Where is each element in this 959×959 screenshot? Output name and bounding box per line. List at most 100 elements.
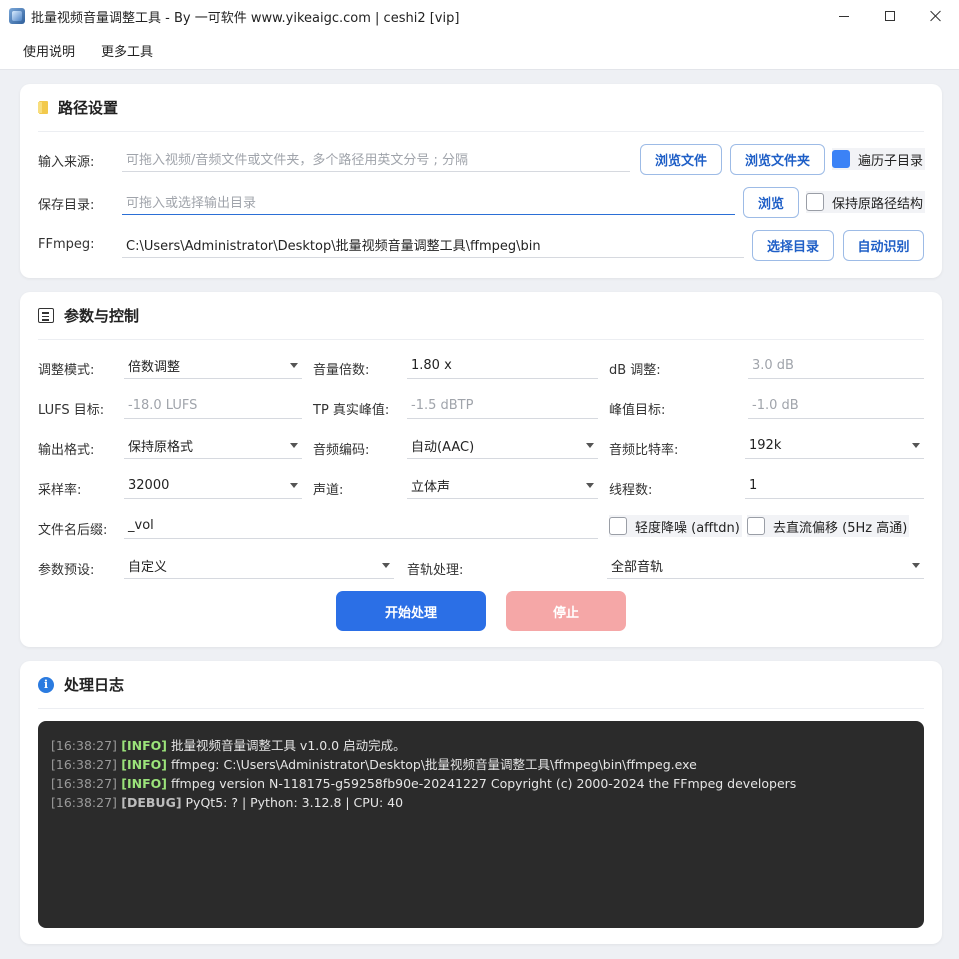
denoise-label: 轻度降噪 (afftdn): [635, 520, 740, 536]
params-header: 参数与控制: [38, 292, 924, 340]
start-button[interactable]: 开始处理: [336, 591, 486, 631]
denoise-check-icon: [609, 517, 627, 535]
suffix-input[interactable]: _vol: [124, 513, 598, 539]
preset-value: 自定义: [128, 560, 168, 575]
log-output[interactable]: [16:38:27] [INFO] 批量视频音量调整工具 v1.0.0 启动完成…: [38, 721, 924, 928]
log-header: i 处理日志: [38, 661, 924, 709]
maximize-button[interactable]: [867, 0, 913, 32]
minimize-icon: [839, 15, 849, 17]
menu-more-tools[interactable]: 更多工具: [88, 41, 166, 60]
title-bar: 批量视频音量调整工具 - By 一可软件 www.yikeaigc.com | …: [0, 0, 959, 32]
input-source-field[interactable]: 可拖入视频/音频文件或文件夹，多个路径用英文分号 ; 分隔: [122, 146, 630, 172]
path-settings-title: 路径设置: [58, 99, 119, 117]
menu-bar: 使用说明 更多工具: [0, 32, 959, 70]
peak-input[interactable]: -1.0 dB: [748, 393, 924, 419]
path-settings-header: 路径设置: [38, 84, 924, 132]
recurse-subdir-check-icon: [832, 150, 850, 168]
mode-label: 调整模式:: [38, 363, 95, 378]
log-line: [16:38:27] [INFO] ffmpeg version N-11817…: [51, 774, 911, 793]
list-icon: [38, 308, 54, 323]
browse-button[interactable]: 浏览: [743, 187, 799, 218]
folder-icon: [38, 101, 48, 114]
chevron-down-icon: [382, 563, 390, 568]
keep-structure-check-icon: [806, 193, 824, 211]
log-timestamp: [16:38:27]: [51, 757, 117, 772]
channel-label: 声道:: [313, 483, 344, 498]
log-level: [DEBUG]: [116, 795, 182, 810]
db-input[interactable]: 3.0 dB: [748, 353, 924, 379]
log-line: [16:38:27] [DEBUG] PyQt5: ? | Python: 3.…: [51, 793, 911, 812]
codec-select[interactable]: 自动(AAC): [407, 433, 598, 459]
window-title: 批量视频音量调整工具 - By 一可软件 www.yikeaigc.com | …: [31, 10, 460, 26]
log-timestamp: [16:38:27]: [51, 738, 117, 753]
codec-label: 音频编码:: [313, 443, 370, 458]
log-timestamp: [16:38:27]: [51, 795, 117, 810]
chevron-down-icon: [290, 443, 298, 448]
params-card: 参数与控制 调整模式: 倍数调整 音量倍数: 1.80 x dB 调整: 3.0…: [20, 292, 942, 647]
save-dir-label: 保存目录:: [38, 198, 95, 213]
log-title: 处理日志: [64, 676, 125, 694]
denoise-checkbox[interactable]: 轻度降噪 (afftdn): [609, 515, 742, 537]
path-settings-card: 路径设置 输入来源: 可拖入视频/音频文件或文件夹，多个路径用英文分号 ; 分隔…: [20, 84, 942, 278]
browse-file-button[interactable]: 浏览文件: [640, 144, 722, 175]
format-label: 输出格式:: [38, 443, 95, 458]
samplerate-select[interactable]: 32000: [124, 473, 302, 499]
format-select[interactable]: 保持原格式: [124, 433, 302, 459]
peak-label: 峰值目标:: [609, 403, 666, 418]
db-label: dB 调整:: [609, 363, 661, 378]
gain-input[interactable]: 1.80 x: [407, 353, 598, 379]
dc-offset-checkbox[interactable]: 去直流偏移 (5Hz 高通): [747, 515, 910, 537]
tp-label: TP 真实峰值:: [313, 403, 390, 418]
lufs-input[interactable]: -18.0 LUFS: [124, 393, 302, 419]
select-dir-button[interactable]: 选择目录: [752, 230, 834, 261]
bitrate-select[interactable]: 192k: [745, 433, 924, 459]
gain-label: 音量倍数:: [313, 363, 370, 378]
mode-value: 倍数调整: [128, 360, 181, 375]
ffmpeg-path-field[interactable]: C:\Users\Administrator\Desktop\批量视频音量调整工…: [122, 232, 744, 258]
app-icon: [9, 8, 25, 24]
threads-input[interactable]: 1: [745, 473, 924, 499]
params-title: 参数与控制: [64, 307, 140, 325]
keep-structure-checkbox[interactable]: 保持原路径结构: [806, 191, 926, 213]
samplerate-label: 采样率:: [38, 483, 82, 498]
log-timestamp: [16:38:27]: [51, 776, 117, 791]
mode-select[interactable]: 倍数调整: [124, 353, 302, 379]
minimize-button[interactable]: [821, 0, 867, 32]
keep-structure-label: 保持原路径结构: [832, 196, 924, 212]
log-level: [INFO]: [116, 738, 167, 753]
chevron-down-icon: [912, 443, 920, 448]
browse-folder-button[interactable]: 浏览文件夹: [730, 144, 825, 175]
codec-value: 自动(AAC): [411, 440, 475, 455]
recurse-subdir-label: 遍历子目录: [858, 153, 924, 169]
channel-select[interactable]: 立体声: [407, 473, 598, 499]
log-line: [16:38:27] [INFO] 批量视频音量调整工具 v1.0.0 启动完成…: [51, 736, 911, 755]
save-dir-field[interactable]: 可拖入或选择输出目录: [122, 189, 735, 215]
maximize-icon: [885, 11, 895, 21]
chevron-down-icon: [586, 443, 594, 448]
threads-label: 线程数:: [609, 483, 653, 498]
window-controls: [821, 0, 959, 32]
info-icon: i: [38, 676, 54, 693]
lufs-label: LUFS 目标:: [38, 403, 105, 418]
track-label: 音轨处理:: [407, 563, 464, 578]
log-message: ffmpeg: C:\Users\Administrator\Desktop\批…: [166, 757, 697, 772]
menu-usage-guide[interactable]: 使用说明: [10, 41, 88, 60]
input-source-label: 输入来源:: [38, 155, 95, 170]
chevron-down-icon: [290, 483, 298, 488]
close-icon: [930, 10, 942, 22]
dc-offset-check-icon: [747, 517, 765, 535]
log-level: [INFO]: [116, 776, 167, 791]
log-message: ffmpeg version N-118175-g59258fb90e-2024…: [166, 776, 797, 791]
log-card: i 处理日志 [16:38:27] [INFO] 批量视频音量调整工具 v1.0…: [20, 661, 942, 944]
input-source-placeholder: 可拖入视频/音频文件或文件夹，多个路径用英文分号 ; 分隔: [126, 153, 469, 168]
close-button[interactable]: [913, 0, 959, 32]
preset-select[interactable]: 自定义: [124, 553, 394, 579]
recurse-subdir-checkbox[interactable]: 遍历子目录: [832, 148, 926, 170]
suffix-label: 文件名后缀:: [38, 523, 108, 538]
auto-detect-button[interactable]: 自动识别: [843, 230, 924, 261]
dc-offset-label: 去直流偏移 (5Hz 高通): [773, 520, 908, 536]
tp-input[interactable]: -1.5 dBTP: [407, 393, 598, 419]
channel-value: 立体声: [411, 480, 451, 495]
stop-button[interactable]: 停止: [506, 591, 626, 631]
track-select[interactable]: 全部音轨: [607, 553, 924, 579]
